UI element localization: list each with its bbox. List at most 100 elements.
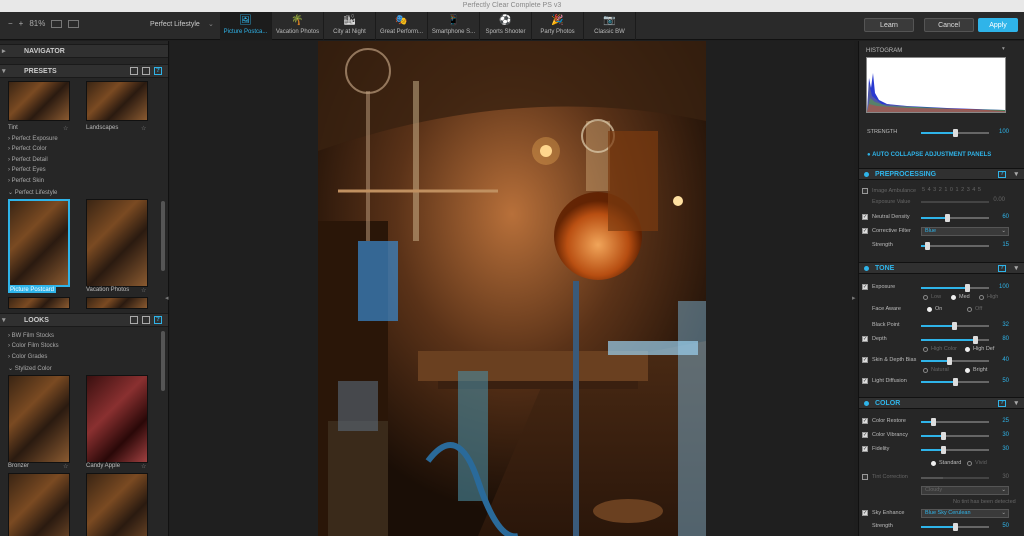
filter-strength-slider[interactable] [921,242,989,250]
collapse-right-icon[interactable]: ▸ [852,294,856,302]
radio-low[interactable] [923,295,928,300]
preset-group[interactable]: ⌄ Perfect Lifestyle [8,189,57,196]
light-diffusion-slider[interactable] [921,378,989,386]
category-tab-party-photos[interactable]: 🎉 Party Photos [532,12,584,40]
category-tab-picture-postcard[interactable]: 🖼 Picture Postca... [220,12,272,40]
star-icon[interactable]: ☆ [141,125,146,132]
slider-knob[interactable] [945,214,950,222]
preset-group[interactable]: › Perfect Color [8,146,47,152]
list-view-icon[interactable] [142,67,150,75]
preset-group[interactable]: › Perfect Detail [8,157,48,163]
auto-collapse-toggle[interactable]: ● AUTO COLLAPSE ADJUSTMENT PANELS [867,152,991,158]
color-restore-slider[interactable] [921,418,989,426]
look-thumbnail[interactable] [86,375,148,463]
radio-high[interactable] [979,295,984,300]
radio-med[interactable] [951,295,956,300]
preprocessing-header[interactable]: PREPROCESSING ? ▾ [859,168,1024,180]
radio-face-on[interactable] [927,307,932,312]
category-tab-city-at-night[interactable]: 🏙 City at Night [324,12,376,40]
sky-enhance-checkbox[interactable]: ✓ [862,510,868,516]
exposure-checkbox[interactable]: ✓ [862,284,868,290]
radio-bright[interactable] [965,368,970,373]
help-icon[interactable]: ? [154,316,162,324]
skin-depth-bias-checkbox[interactable]: ✓ [862,357,868,363]
preset-thumbnail[interactable] [86,297,148,309]
navigator-header[interactable]: ▸ NAVIGATOR [0,44,168,58]
slider-knob[interactable] [953,129,958,137]
looks-scrollbar[interactable] [161,331,165,391]
neutral-density-slider[interactable] [921,214,989,222]
slider-knob[interactable] [925,242,930,250]
look-group[interactable]: › BW Film Stocks [8,333,54,339]
zoom-in-button[interactable]: + [19,19,24,28]
preset-dropdown[interactable]: Perfect Lifestyle ⌄ [150,21,214,28]
depth-slider[interactable] [921,336,989,344]
grid-view-icon[interactable] [130,67,138,75]
category-tab-vacation-photos[interactable]: 🌴 Vacation Photos [272,12,324,40]
slider-knob[interactable] [947,357,952,365]
star-icon[interactable]: ☆ [141,287,146,294]
preset-thumbnail[interactable] [86,199,148,287]
slider-knob[interactable] [941,432,946,440]
single-view-icon[interactable] [51,19,63,28]
collapse-left-icon[interactable]: ◂ [165,294,169,302]
image-canvas[interactable] [170,41,854,536]
tint-correction-checkbox[interactable] [862,474,868,480]
radio-face-off[interactable] [967,307,972,312]
radio-standard[interactable] [931,461,936,466]
category-tab-sports-shooter[interactable]: ⚽ Sports Shooter [480,12,532,40]
exposure-value-slider[interactable] [921,201,989,203]
help-icon[interactable]: ? [154,67,162,75]
color-header[interactable]: COLOR ? ▾ [859,397,1024,409]
help-icon[interactable]: ? [998,171,1006,178]
section-enable-icon[interactable] [864,266,869,271]
star-icon[interactable]: ☆ [63,463,68,470]
apply-button[interactable]: Apply [978,18,1018,32]
slider-knob[interactable] [931,418,936,426]
slider-knob[interactable] [953,523,958,531]
chevron-down-icon[interactable]: ▾ [1014,263,1018,274]
star-icon[interactable]: ☆ [141,463,146,470]
tint-dropdown[interactable]: Cloudy ⌄ [921,486,1009,495]
preset-group[interactable]: › Perfect Exposure [8,136,58,142]
radio-high-color[interactable] [923,347,928,352]
light-diffusion-checkbox[interactable]: ✓ [862,378,868,384]
chevron-down-icon[interactable]: ▾ [1014,169,1018,180]
corrective-filter-dropdown[interactable]: Blue ⌄ [921,227,1009,236]
skin-depth-bias-slider[interactable] [921,357,989,365]
color-restore-checkbox[interactable]: ✓ [862,418,868,424]
slider-knob[interactable] [973,336,978,344]
look-group[interactable]: ⌄ Stylized Color [8,365,52,372]
presets-header[interactable]: ▾ PRESETS ? [0,64,168,78]
tint-correction-slider[interactable] [921,477,989,479]
category-tab-smartphone[interactable]: 📱 Smartphone S... [428,12,480,40]
chevron-down-icon[interactable]: ▾ [1014,398,1018,409]
depth-checkbox[interactable]: ✓ [862,336,868,342]
radio-natural[interactable] [923,368,928,373]
chevron-down-icon[interactable]: ▾ [1002,46,1005,52]
grid-view-icon[interactable] [130,316,138,324]
help-icon[interactable]: ? [998,400,1006,407]
color-vibrancy-checkbox[interactable]: ✓ [862,432,868,438]
look-thumbnail[interactable] [8,375,70,463]
corrective-filter-checkbox[interactable]: ✓ [862,228,868,234]
preset-thumbnail[interactable] [8,81,70,121]
slider-knob[interactable] [952,322,957,330]
category-tab-classic-bw[interactable]: 📷 Classic BW [584,12,636,40]
cancel-button[interactable]: Cancel [924,18,974,32]
sky-strength-slider[interactable] [921,523,989,531]
look-group[interactable]: › Color Grades [8,354,47,360]
fidelity-checkbox[interactable]: ✓ [862,446,868,452]
slider-knob[interactable] [965,284,970,292]
fidelity-slider[interactable] [921,446,989,454]
exposure-slider[interactable] [921,284,989,292]
learn-button[interactable]: Learn [864,18,914,32]
radio-high-def[interactable] [965,347,970,352]
strength-slider[interactable] [921,129,989,137]
radio-vivid[interactable] [967,461,972,466]
preset-thumbnail[interactable] [86,81,148,121]
section-enable-icon[interactable] [864,401,869,406]
look-group[interactable]: › Color Film Stocks [8,343,59,349]
help-icon[interactable]: ? [998,265,1006,272]
section-enable-icon[interactable] [864,172,869,177]
